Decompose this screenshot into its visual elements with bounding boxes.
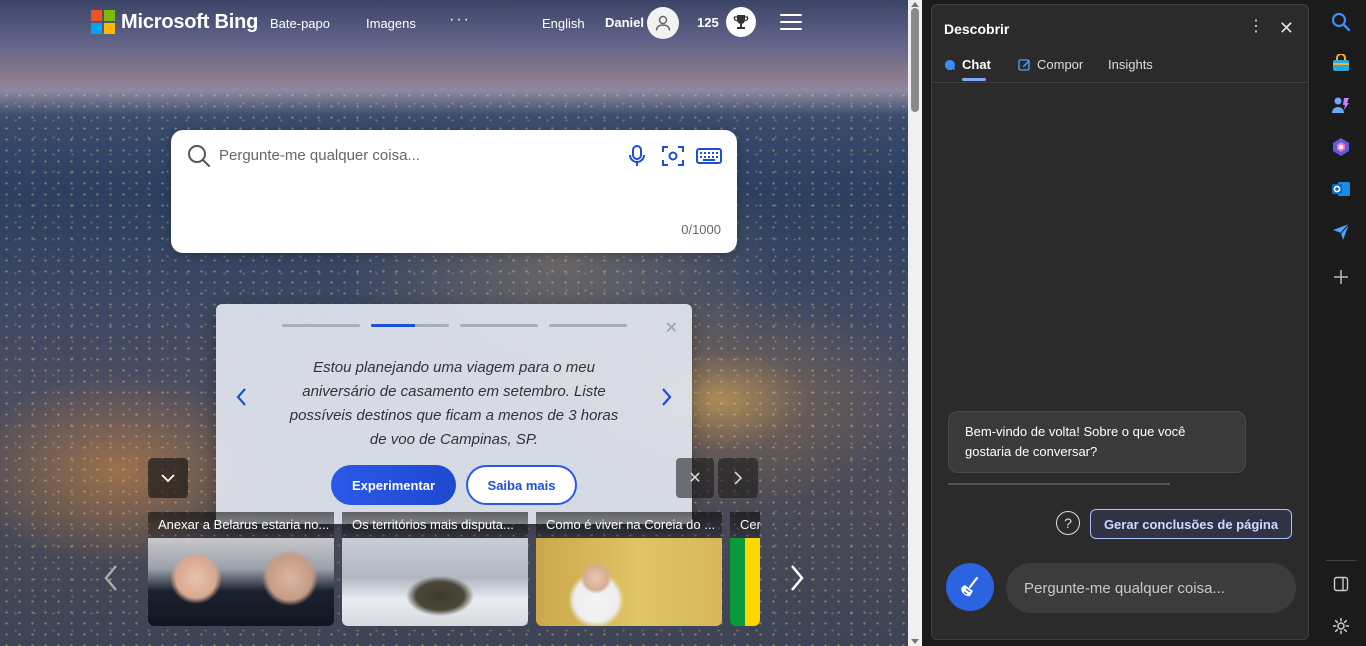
carousel-progress <box>282 324 627 327</box>
gear-icon[interactable] <box>1328 613 1354 639</box>
news-strip: Anexar a Belarus estaria no... Os territ… <box>148 512 760 632</box>
edge-sidebar <box>1316 0 1366 646</box>
nav-more-button[interactable]: ··· <box>449 11 471 29</box>
sidebar-search-icon[interactable] <box>1328 9 1354 35</box>
new-topic-button[interactable] <box>946 563 994 611</box>
shopping-bag-icon[interactable] <box>1328 51 1354 77</box>
news-image <box>342 538 528 626</box>
close-icon[interactable]: ✕ <box>1279 19 1294 37</box>
search-box: 0/1000 <box>171 130 737 253</box>
news-card[interactable]: Os territórios mais disputa... <box>342 512 528 630</box>
bing-header: Microsoft Bing Bate-papo Imagens ··· Eng… <box>0 0 908 46</box>
visual-search-button[interactable] <box>659 142 687 170</box>
send-icon[interactable] <box>1328 218 1354 244</box>
carousel-dot[interactable] <box>549 324 627 327</box>
suggestion-carousel: ✕ Estou planejando uma viagem para o meu… <box>216 304 692 524</box>
keyboard-button[interactable] <box>695 142 723 170</box>
generate-insights-button[interactable]: Gerar conclusões de página <box>1090 509 1292 539</box>
bing-logo[interactable]: Microsoft Bing <box>91 10 258 34</box>
news-card[interactable]: Cer <box>730 512 760 630</box>
carousel-dot-active[interactable] <box>371 324 449 327</box>
scrollbar-thumb[interactable] <box>911 8 919 112</box>
news-card[interactable]: Anexar a Belarus estaria no... <box>148 512 334 630</box>
chat-input[interactable] <box>1006 563 1296 613</box>
copilot-icon[interactable] <box>1328 134 1354 160</box>
news-image <box>148 538 334 626</box>
news-page-next-button[interactable] <box>718 458 758 498</box>
page-scrollbar[interactable] <box>908 0 922 646</box>
news-title: Como é viver na Coreia do ... <box>536 512 722 538</box>
nav-chat-link[interactable]: Bate-papo <box>270 16 330 31</box>
hide-sidebar-icon[interactable] <box>1328 571 1354 597</box>
rewards-points[interactable]: 125 <box>697 15 719 30</box>
suggestion-prompt: Estou planejando uma viagem para o meu a… <box>289 359 619 448</box>
language-link[interactable]: English <box>542 16 585 31</box>
search-icon <box>188 145 210 167</box>
chevron-right-icon <box>734 471 743 485</box>
user-name[interactable]: Daniel <box>605 15 644 30</box>
nav-images-link[interactable]: Imagens <box>366 16 416 31</box>
news-next-arrow-icon[interactable] <box>782 558 812 598</box>
news-title: Cer <box>730 512 760 538</box>
logo-text: Microsoft Bing <box>121 10 259 33</box>
microphone-button[interactable] <box>623 142 651 170</box>
user-icon <box>655 15 671 31</box>
carousel-dot[interactable] <box>460 324 538 327</box>
try-button[interactable]: Experimentar <box>331 465 456 505</box>
help-icon[interactable]: ? <box>1056 511 1080 535</box>
tab-chat[interactable]: Chat <box>944 57 991 72</box>
broom-icon <box>961 576 979 597</box>
panel-title: Descobrir <box>944 21 1010 37</box>
visual-search-icon <box>662 146 684 166</box>
games-icon[interactable] <box>1328 92 1354 118</box>
search-input[interactable] <box>219 142 599 168</box>
avatar[interactable] <box>647 7 679 39</box>
sidebar-divider <box>1326 560 1356 561</box>
news-image <box>536 538 722 626</box>
keyboard-icon <box>696 148 722 164</box>
news-title: Os territórios mais disputa... <box>342 512 528 538</box>
carousel-dot[interactable] <box>282 324 360 327</box>
tab-insights-label: Insights <box>1108 57 1153 72</box>
chevron-down-icon <box>161 474 175 483</box>
news-image <box>730 538 760 626</box>
discover-panel: Descobrir ⋮ ✕ Chat Compor Insights Bem-v… <box>931 4 1309 640</box>
microsoft-logo-icon <box>91 10 115 34</box>
menu-hamburger-icon[interactable] <box>780 14 802 30</box>
welcome-message: Bem-vindo de volta! Sobre o que você gos… <box>948 411 1246 473</box>
outlook-icon[interactable] <box>1328 176 1354 202</box>
collapse-feed-button[interactable] <box>148 458 188 498</box>
carousel-close-icon[interactable]: ✕ <box>665 318 678 338</box>
rewards-trophy-icon[interactable] <box>726 7 756 37</box>
add-icon[interactable] <box>1328 264 1354 290</box>
message-divider <box>948 483 1170 485</box>
chevron-right-icon[interactable] <box>658 386 674 408</box>
copilot-icon <box>944 59 955 70</box>
tab-chat-label: Chat <box>962 57 991 72</box>
scroll-down-icon[interactable] <box>911 639 919 644</box>
news-card[interactable]: Como é viver na Coreia do ... <box>536 512 722 630</box>
learn-more-button[interactable]: Saiba mais <box>466 465 577 505</box>
news-title: Anexar a Belarus estaria no... <box>148 512 334 538</box>
chevron-left-icon[interactable] <box>234 386 250 408</box>
news-prev-arrow-icon[interactable] <box>96 558 126 598</box>
microphone-icon <box>629 145 645 166</box>
scroll-up-icon[interactable] <box>911 2 919 7</box>
panel-header: Descobrir ⋮ ✕ Chat Compor Insights <box>932 5 1308 83</box>
news-close-button[interactable]: ✕ <box>676 458 714 498</box>
tab-insights[interactable]: Insights <box>1108 57 1153 72</box>
more-options-icon[interactable]: ⋮ <box>1248 19 1264 35</box>
tab-compose-label: Compor <box>1037 57 1084 72</box>
compose-icon <box>1018 59 1030 71</box>
active-tab-indicator <box>962 78 986 81</box>
character-counter: 0/1000 <box>681 222 721 237</box>
bing-homepage: Microsoft Bing Bate-papo Imagens ··· Eng… <box>0 0 908 646</box>
tab-compose[interactable]: Compor <box>1018 57 1083 72</box>
